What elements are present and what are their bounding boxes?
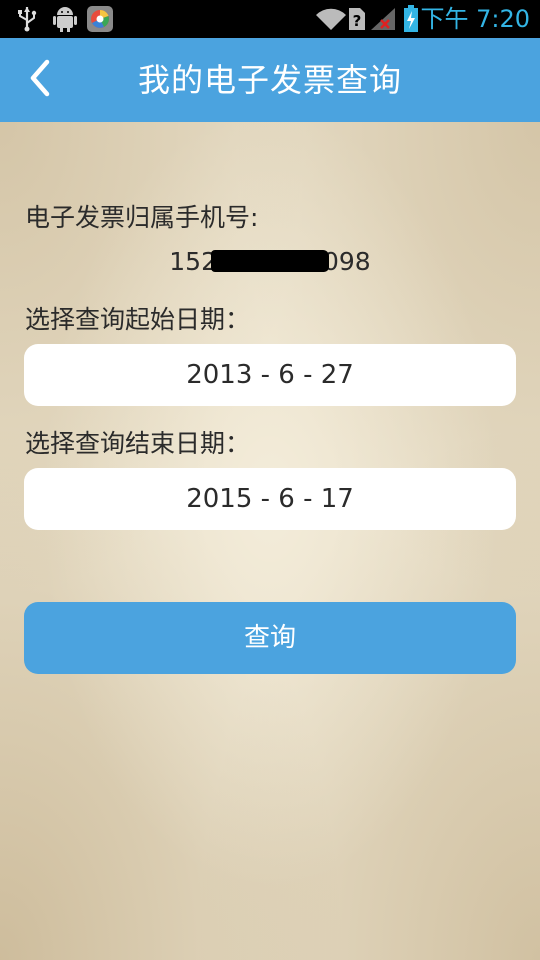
query-button-label: 查询 (243, 623, 296, 653)
redaction-mask (211, 250, 329, 272)
android-debug-icon (50, 0, 80, 38)
chevron-left-icon (27, 58, 53, 102)
start-date-label: 选择查询起始日期： (25, 305, 251, 334)
page-title: 我的电子发票查询 (137, 61, 402, 99)
query-button[interactable]: 查询 (24, 602, 516, 674)
content-area: 电子发票归属手机号: 152 098 选择查询起始日期： 2013 - 6 - 2… (0, 122, 540, 960)
battery-charging-icon (400, 0, 422, 38)
phone-number: 152 098 (0, 247, 540, 276)
end-date-picker[interactable]: 2015 - 6 - 17 (24, 468, 516, 530)
svg-text:?: ? (353, 12, 362, 30)
signal-off-icon (368, 0, 398, 38)
no-sim-icon: ? (346, 0, 368, 38)
usb-icon (12, 0, 42, 38)
phone-prefix: 152 (169, 247, 217, 276)
end-date-label: 选择查询结束日期： (25, 429, 251, 458)
back-button[interactable] (10, 48, 70, 112)
start-date-picker[interactable]: 2013 - 6 - 27 (24, 344, 516, 406)
end-date-value: 2015 - 6 - 17 (186, 484, 354, 514)
app-store-icon (86, 0, 114, 38)
phone-label: 电子发票归属手机号: (25, 203, 259, 232)
start-date-value: 2013 - 6 - 27 (186, 360, 354, 390)
wifi-icon (314, 0, 348, 38)
status-bar: ? 下午 7:20 (0, 0, 540, 38)
status-time: 下午 7:20 (420, 5, 530, 33)
phone-suffix: 098 (323, 247, 371, 276)
title-bar: 我的电子发票查询 (0, 38, 540, 122)
